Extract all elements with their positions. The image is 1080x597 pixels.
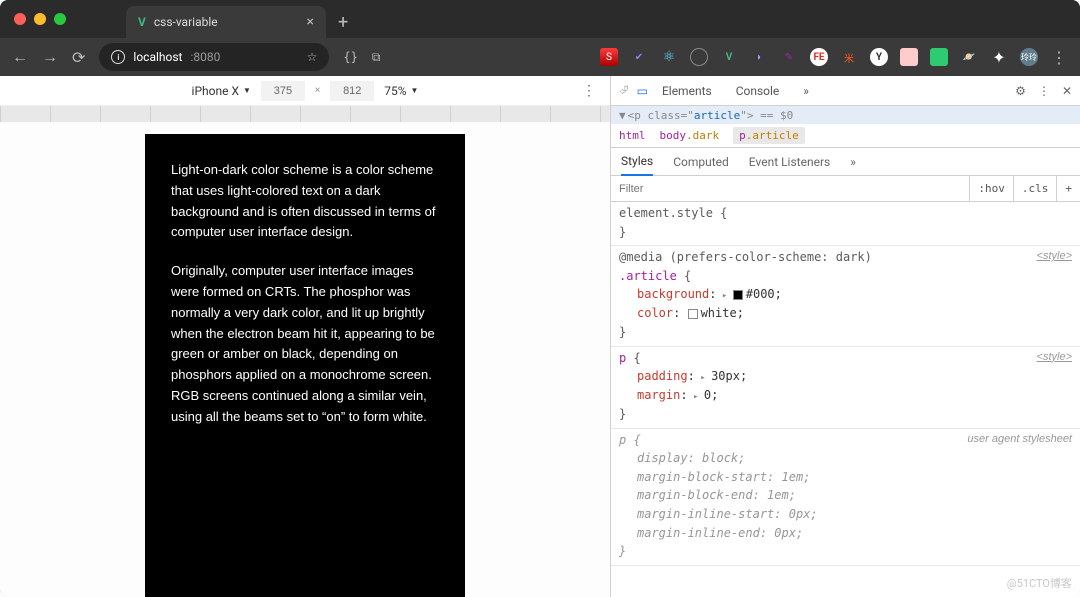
zoom-dropdown[interactable]: 75% ▼ [384,84,418,98]
filter-input[interactable] [611,183,969,195]
breadcrumb-html[interactable]: html [619,129,646,142]
ruler [0,106,610,122]
filter-bar: :hov .cls + [611,176,1080,202]
breadcrumb-p[interactable]: p.article [733,127,805,144]
dimension-separator: × [315,85,320,96]
tab-console[interactable]: Console [726,84,790,98]
ext-icon-13[interactable]: 🪐 [960,48,978,66]
source-ua: user agent stylesheet [967,431,1072,448]
close-tab-icon[interactable]: × [307,14,314,30]
browser-menu-icon[interactable]: ⋮ [1050,48,1068,66]
content-split: iPhone X ▼ × 75% ▼ ⋮ Light-on-dark color… [0,76,1080,597]
source-link[interactable]: <style> [1037,349,1072,366]
device-toggle-icon[interactable]: ▭ [637,84,648,98]
url-input[interactable]: i localhost :8080 ☆ [99,43,329,71]
ext-icon-6[interactable]: ◗ [750,48,768,66]
extensions-icon[interactable]: ✦ [990,48,1008,66]
devtools-panel: ⮰ ▭ Elements Console » ⚙ ⋮ ✕ ▼<p class="… [610,76,1080,597]
star-icon[interactable]: ☆ [307,50,318,64]
height-input[interactable] [330,81,374,101]
react-icon[interactable]: ⚛ [660,48,678,66]
css-rules-pane[interactable]: element.style { } <style> @media (prefer… [611,202,1080,597]
site-info-icon[interactable]: i [111,50,125,64]
reload-button[interactable]: ⟳ [72,48,85,67]
element-breadcrumb: html body.dark p.article [611,124,1080,148]
devtools-top-bar: ⮰ ▭ Elements Console » ⚙ ⋮ ✕ [611,76,1080,106]
article-paragraph: Light-on-dark color scheme is a color sc… [171,160,439,243]
tab-styles[interactable]: Styles [621,154,653,176]
watermark: @51CTO博客 [1007,575,1072,591]
rule-element-style[interactable]: element.style { } [611,202,1080,246]
source-link[interactable]: <style> [1037,248,1072,265]
vue-devtools-icon[interactable]: V [720,48,738,66]
close-window-button[interactable] [14,13,26,25]
add-rule-button[interactable]: + [1056,176,1080,201]
maximize-window-button[interactable] [54,13,66,25]
preview-article: Light-on-dark color scheme is a color sc… [145,134,465,597]
braces-icon[interactable]: {} [343,50,357,64]
browser-tab[interactable]: V css-variable × [126,6,326,38]
extension-icons: S ✔ ⚛ V ◗ ✎ FE 米 Y 🪐 ✦ 玲玲 ⋮ [600,48,1068,66]
traffic-lights [14,13,66,25]
minimize-window-button[interactable] [34,13,46,25]
device-dropdown[interactable]: iPhone X ▼ [192,84,251,98]
devtools-menu-icon[interactable]: ⋮ [1038,84,1050,98]
ext-icon-9[interactable]: 米 [840,48,858,66]
forward-button[interactable]: → [42,47,58,67]
close-devtools-icon[interactable]: ✕ [1062,84,1072,98]
device-menu-icon[interactable]: ⋮ [582,83,596,99]
hov-toggle[interactable]: :hov [969,176,1013,201]
styles-tabs-more[interactable]: » [850,155,856,169]
browser-window: V css-variable × + ← → ⟳ i localhost :808… [0,0,1080,597]
titlebar: V css-variable × + [0,0,1080,38]
url-port: :8080 [190,50,220,64]
width-input[interactable] [261,81,305,101]
article-text: Light-on-dark color scheme is a color sc… [171,160,439,428]
chevron-down-icon: ▼ [243,86,251,95]
rule-p-ua[interactable]: user agent stylesheet p { display: block… [611,429,1080,566]
chevron-down-icon: ▼ [411,86,419,95]
ext-icon-2[interactable]: ✔ [630,48,648,66]
profile-avatar[interactable]: 玲玲 [1020,48,1038,66]
device-preview-pane: iPhone X ▼ × 75% ▼ ⋮ Light-on-dark color… [0,76,610,597]
new-tab-button[interactable]: + [338,12,348,33]
ext-icon-4[interactable] [690,48,708,66]
styles-tabs: Styles Computed Event Listeners » [611,148,1080,176]
rule-p-author[interactable]: <style> p { padding: ▸ 30px; margin: ▸ 0… [611,347,1080,429]
back-button[interactable]: ← [12,47,28,67]
device-toolbar: iPhone X ▼ × 75% ▼ ⋮ [0,76,610,106]
ext-icon-1[interactable]: S [600,48,618,66]
url-host: localhost [133,50,182,64]
ext-icon-11[interactable] [900,48,918,66]
tabs-more[interactable]: » [793,84,819,98]
viewport: Light-on-dark color scheme is a color sc… [0,122,610,597]
rule-article[interactable]: <style> @media (prefers-color-scheme: da… [611,246,1080,346]
breadcrumb-body[interactable]: body.dark [660,129,720,142]
tab-event-listeners[interactable]: Event Listeners [749,155,830,169]
ext-icon-12[interactable] [930,48,948,66]
address-bar: ← → ⟳ i localhost :8080 ☆ {} ⧉ S ✔ ⚛ V ◗ … [0,38,1080,76]
tab-elements[interactable]: Elements [652,84,722,98]
cls-toggle[interactable]: .cls [1013,176,1057,201]
article-paragraph: Originally, computer user interface imag… [171,261,439,427]
feather-icon[interactable]: ✎ [780,48,798,66]
tab-title: css-variable [154,15,218,29]
element-snippet[interactable]: ▼<p class="article"> == $0 [611,106,1080,124]
inspect-icon[interactable]: ⮰ [619,83,629,98]
ext-icon-8[interactable]: FE [810,48,828,66]
tab-computed[interactable]: Computed [673,155,729,169]
link-icon[interactable]: ⧉ [372,50,381,65]
vue-icon: V [138,15,146,29]
gear-icon[interactable]: ⚙ [1015,84,1026,98]
ext-icon-10[interactable]: Y [870,48,888,66]
